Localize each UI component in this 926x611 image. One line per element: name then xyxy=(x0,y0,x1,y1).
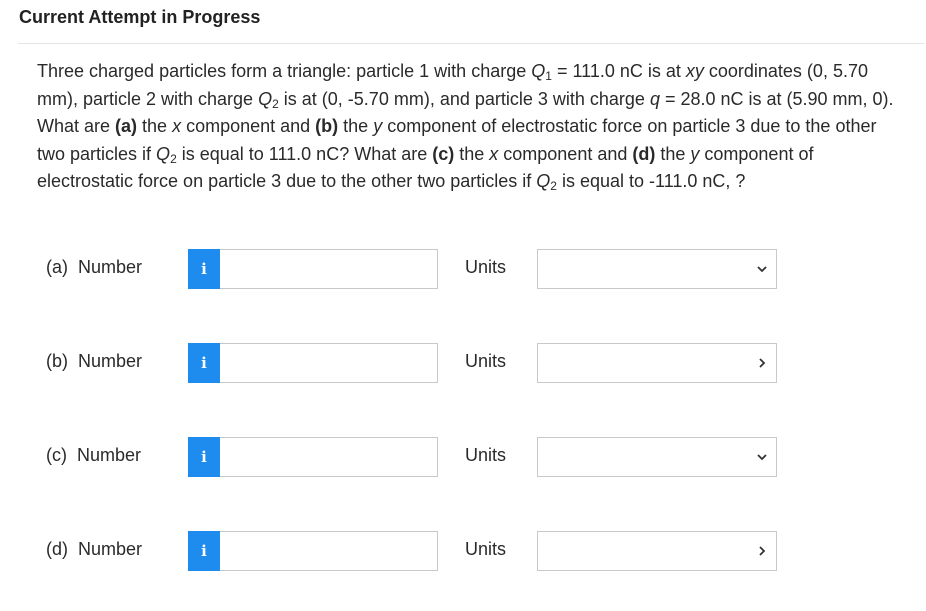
units-label-d: Units xyxy=(465,539,507,559)
units-select-d[interactable] xyxy=(537,531,777,571)
number-input-c[interactable] xyxy=(220,437,438,477)
units-label-c: Units xyxy=(465,445,507,465)
info-icon[interactable]: i xyxy=(188,343,220,383)
number-input-d[interactable] xyxy=(220,531,438,571)
chevron-down-icon xyxy=(757,266,767,273)
info-icon[interactable]: i xyxy=(188,531,220,571)
units-select-b[interactable] xyxy=(537,343,777,383)
question-text: Three charged particles form a triangle:… xyxy=(37,61,894,193)
page-title: Current Attempt in Progress xyxy=(19,7,261,27)
part-b-label: (b) Number xyxy=(46,351,143,371)
units-label-a: Units xyxy=(465,257,507,277)
chevron-right-icon xyxy=(759,358,766,368)
answer-row-d: (d) Number i Units xyxy=(0,530,926,572)
header-divider xyxy=(18,43,924,44)
units-select-a[interactable] xyxy=(537,249,777,289)
part-d-label: (d) Number xyxy=(46,539,143,559)
number-input-b[interactable] xyxy=(220,343,438,383)
info-icon[interactable]: i xyxy=(188,437,220,477)
answer-row-a: (a) Number i Units xyxy=(0,248,926,290)
chevron-down-icon xyxy=(757,454,767,461)
units-select-c[interactable] xyxy=(537,437,777,477)
part-c-label: (c) Number xyxy=(46,445,142,465)
number-input-a[interactable] xyxy=(220,249,438,289)
info-icon[interactable]: i xyxy=(188,249,220,289)
units-label-b: Units xyxy=(465,351,507,371)
answer-row-c: (c) Number i Units xyxy=(0,436,926,478)
answer-row-b: (b) Number i Units xyxy=(0,342,926,384)
part-a-label: (a) Number xyxy=(46,257,143,277)
chevron-right-icon xyxy=(759,546,766,556)
